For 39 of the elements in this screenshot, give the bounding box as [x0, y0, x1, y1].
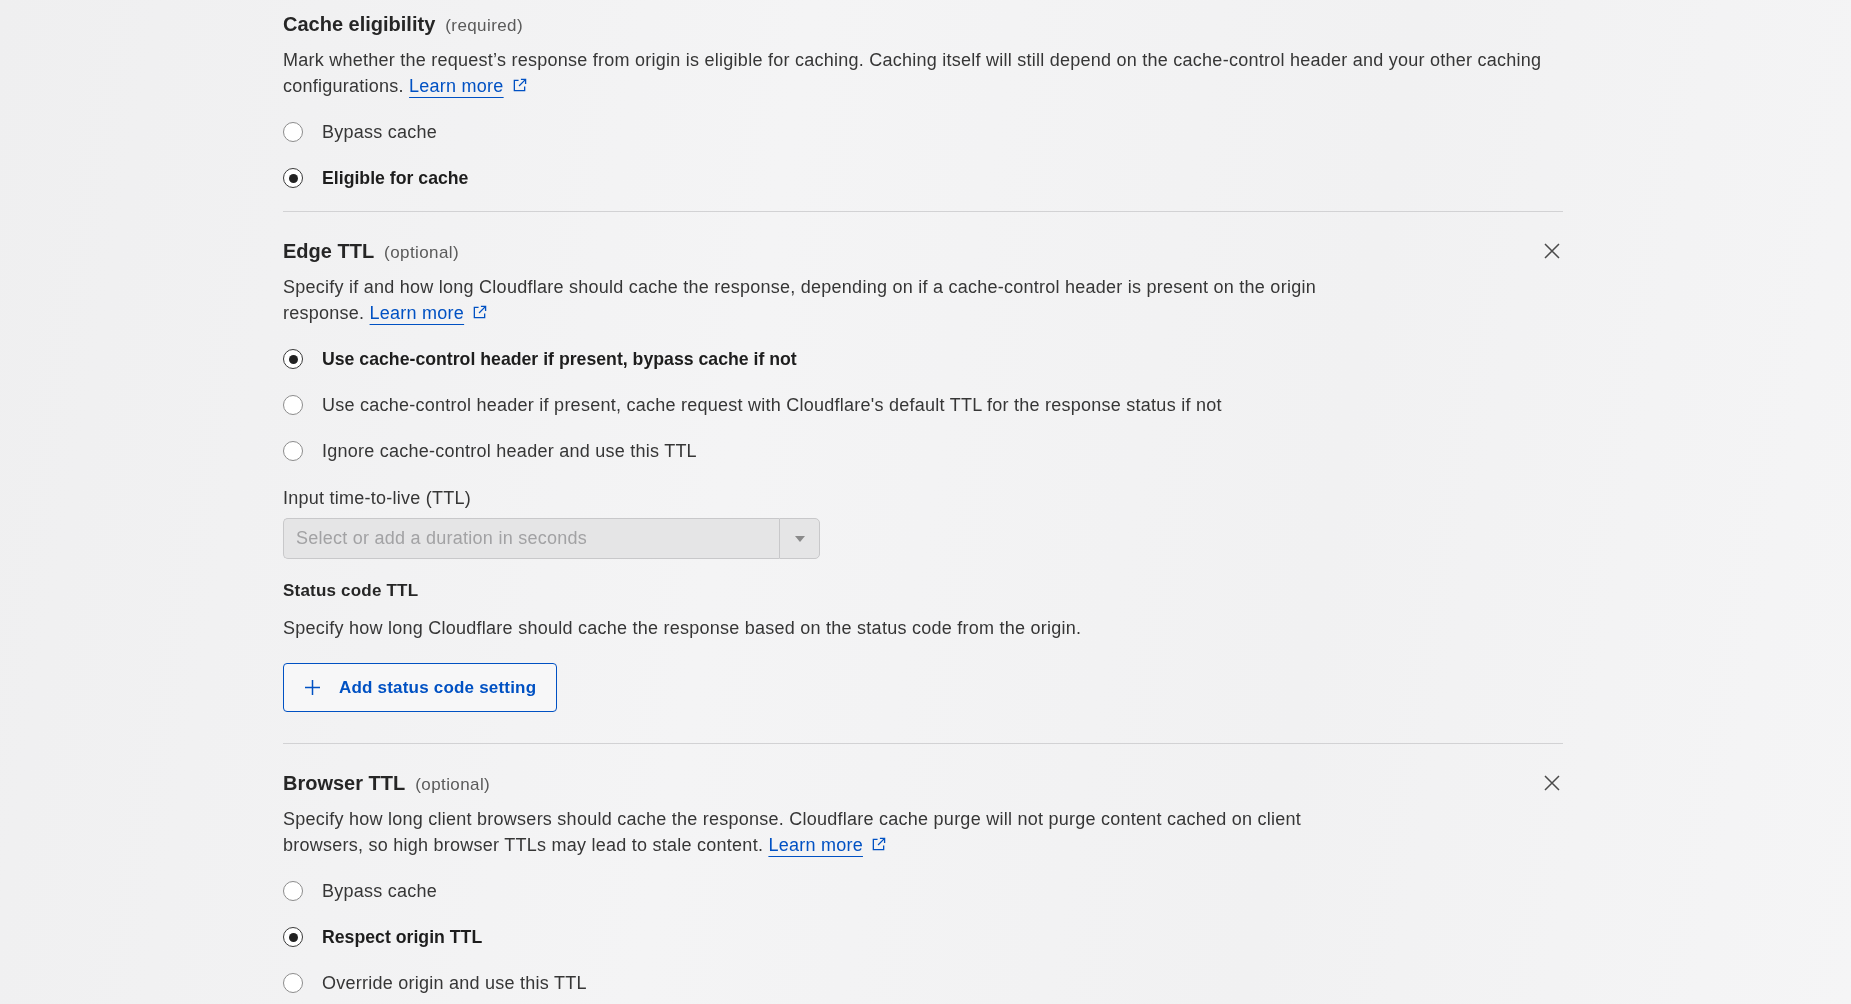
- radio-label[interactable]: Use cache-control header if present, cache request with Cloudflare's default TTL for the response status if not: [322, 394, 1222, 416]
- external-link-icon: [511, 78, 527, 93]
- section-hint: (required): [445, 16, 523, 36]
- section-description: Mark whether the request’s response from origin is eligible for caching. Caching itself will still depend on the cache-control header and your other caching configurations. Learn more: [283, 49, 1543, 98]
- section-description: Specify how long client browsers should cache the response. Cloudflare cache purge will not purge content cached on client browsers, so high browser TTLs may lead to stale content. Learn more: [283, 808, 1303, 857]
- radio-label[interactable]: Override origin and use this TTL: [322, 972, 587, 994]
- radio-button[interactable]: [283, 395, 303, 415]
- add-status-code-button[interactable]: Add status code setting: [283, 663, 558, 712]
- radio-label[interactable]: Bypass cache: [322, 880, 438, 902]
- section-title: Browser TTL: [283, 771, 406, 796]
- radio-label[interactable]: Use cache-control header if present, bypass cache if not: [322, 348, 797, 370]
- radio-button[interactable]: [283, 349, 303, 369]
- learn-more-link[interactable]: Learn more: [768, 835, 886, 855]
- field-label: Input time-to-live (TTL): [283, 487, 472, 510]
- close-icon[interactable]: [1544, 775, 1560, 791]
- radio-button[interactable]: [283, 441, 303, 461]
- radio-button[interactable]: [283, 927, 303, 947]
- radio-label[interactable]: Bypass cache: [322, 121, 438, 143]
- radio-label[interactable]: Respect origin TTL: [322, 926, 483, 948]
- radio-label[interactable]: Ignore cache-control header and use this TTL: [322, 440, 697, 462]
- close-icon[interactable]: [1544, 243, 1560, 259]
- subsection-description: Specify how long Cloudflare should cache the response based on the status code from the origin.: [283, 617, 1082, 640]
- plus-icon: [305, 680, 320, 695]
- learn-more-link[interactable]: Learn more: [369, 303, 488, 323]
- radio-button[interactable]: [283, 122, 303, 142]
- subsection-title: Status code TTL: [283, 580, 419, 602]
- radio-button[interactable]: [283, 881, 303, 901]
- section-hint: (optional): [384, 243, 459, 263]
- section-title: Edge TTL: [283, 239, 375, 264]
- learn-more-link[interactable]: Learn more: [409, 76, 527, 96]
- radio-button[interactable]: [283, 973, 303, 993]
- section-description: Specify if and how long Cloudflare should cache the response, depending on if a cache-control header is present on the origin response. Learn more: [283, 276, 1317, 325]
- radio-label[interactable]: Eligible for cache: [322, 167, 469, 189]
- radio-button[interactable]: [283, 168, 303, 188]
- external-link-icon: [870, 837, 886, 852]
- caret-icon: [794, 535, 805, 542]
- section-title: Cache eligibility: [283, 12, 436, 37]
- external-link-icon: [472, 305, 488, 320]
- section-hint: (optional): [415, 775, 491, 795]
